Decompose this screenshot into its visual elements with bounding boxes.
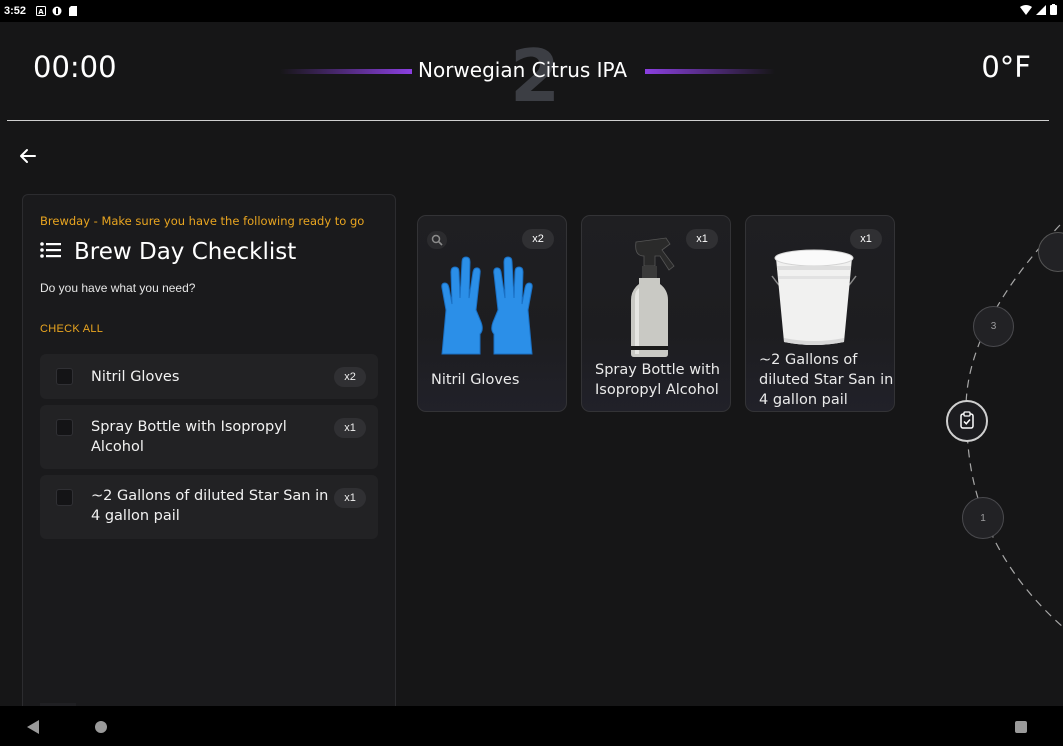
system-nav-bar bbox=[0, 706, 1063, 746]
card-name: ~2 Gallons of diluted Star San in 4 gall… bbox=[759, 352, 894, 408]
checklist-items: Nitril Gloves x2 Spray Bottle with Isopr… bbox=[40, 354, 378, 545]
clipboard-check-icon bbox=[959, 410, 975, 432]
nav-recents-icon[interactable] bbox=[1015, 721, 1027, 733]
checklist-item[interactable]: Spray Bottle with Isopropyl Alcohol x1 bbox=[40, 405, 378, 469]
status-bar: 3:52 A bbox=[0, 0, 1063, 22]
item-checkbox[interactable] bbox=[56, 368, 73, 385]
step-node-3[interactable]: 3 bbox=[973, 306, 1014, 347]
checklist-title-row: Brew Day Checklist bbox=[40, 239, 296, 265]
brew-timer: 00:00 bbox=[33, 50, 117, 84]
gloves-image bbox=[436, 250, 548, 367]
item-checkbox[interactable] bbox=[56, 419, 73, 436]
item-card-spray-bottle[interactable]: x1 Spray Bottle with Isopropyl Alcohol bbox=[581, 215, 731, 412]
signal-icon bbox=[1036, 4, 1046, 18]
check-all-button[interactable]: CHECK ALL bbox=[40, 323, 103, 335]
item-label: Spray Bottle with Isopropyl Alcohol bbox=[91, 419, 287, 455]
list-icon bbox=[40, 241, 62, 264]
checklist-subtitle: Brewday - Make sure you have the followi… bbox=[40, 214, 365, 228]
checklist-item[interactable]: Nitril Gloves x2 bbox=[40, 354, 378, 399]
spray-bottle-image bbox=[622, 236, 692, 363]
search-icon[interactable] bbox=[427, 231, 447, 249]
card-name: Nitril Gloves bbox=[431, 372, 520, 388]
step-track: 3 1 bbox=[900, 215, 1063, 665]
checklist-question: Do you have what you need? bbox=[40, 281, 196, 295]
card-name: Spray Bottle with Isopropyl Alcohol bbox=[595, 362, 720, 398]
step-node-current[interactable] bbox=[946, 400, 988, 442]
nav-home-icon[interactable] bbox=[95, 721, 107, 733]
battery-icon bbox=[1050, 4, 1057, 18]
wifi-icon bbox=[1020, 4, 1032, 18]
app-header: 00:00 2 Norwegian Citrus IPA 0°F bbox=[0, 22, 1063, 120]
recipe-title: Norwegian Citrus IPA bbox=[418, 58, 628, 82]
title-wrap: 2 Norwegian Citrus IPA bbox=[280, 34, 780, 118]
item-quantity-badge: x1 bbox=[334, 488, 366, 508]
notification-b-icon bbox=[52, 6, 62, 16]
temperature-readout: 0°F bbox=[981, 50, 1031, 84]
card-quantity-badge: x2 bbox=[522, 229, 554, 249]
checklist-panel: Brewday - Make sure you have the followi… bbox=[22, 194, 396, 714]
step-node-1[interactable]: 1 bbox=[962, 497, 1004, 539]
header-divider bbox=[7, 120, 1049, 121]
title-accent-right bbox=[645, 69, 775, 74]
checklist-title: Brew Day Checklist bbox=[74, 239, 297, 265]
status-right-icons bbox=[1020, 4, 1057, 18]
title-accent-left bbox=[280, 69, 412, 74]
item-card-gloves[interactable]: x2 Nitril Gloves bbox=[417, 215, 567, 412]
item-label: Nitril Gloves bbox=[91, 369, 180, 385]
back-arrow-icon[interactable] bbox=[18, 146, 38, 166]
status-time: 3:52 bbox=[4, 5, 27, 17]
item-card-pail[interactable]: x1 ~2 Gallons of diluted Star San in 4 g… bbox=[745, 215, 895, 412]
item-checkbox[interactable] bbox=[56, 489, 73, 506]
notification-a-icon: A bbox=[36, 6, 47, 16]
pail-image bbox=[768, 248, 860, 351]
item-quantity-badge: x2 bbox=[334, 367, 366, 387]
card-quantity-badge: x1 bbox=[850, 229, 882, 249]
item-label: ~2 Gallons of diluted Star San in 4 gall… bbox=[91, 488, 329, 524]
sd-card-icon bbox=[68, 6, 78, 16]
svg-text:A: A bbox=[38, 8, 44, 16]
nav-back-icon[interactable] bbox=[27, 720, 39, 734]
checklist-item[interactable]: ~2 Gallons of diluted Star San in 4 gall… bbox=[40, 475, 378, 539]
item-quantity-badge: x1 bbox=[334, 418, 366, 438]
